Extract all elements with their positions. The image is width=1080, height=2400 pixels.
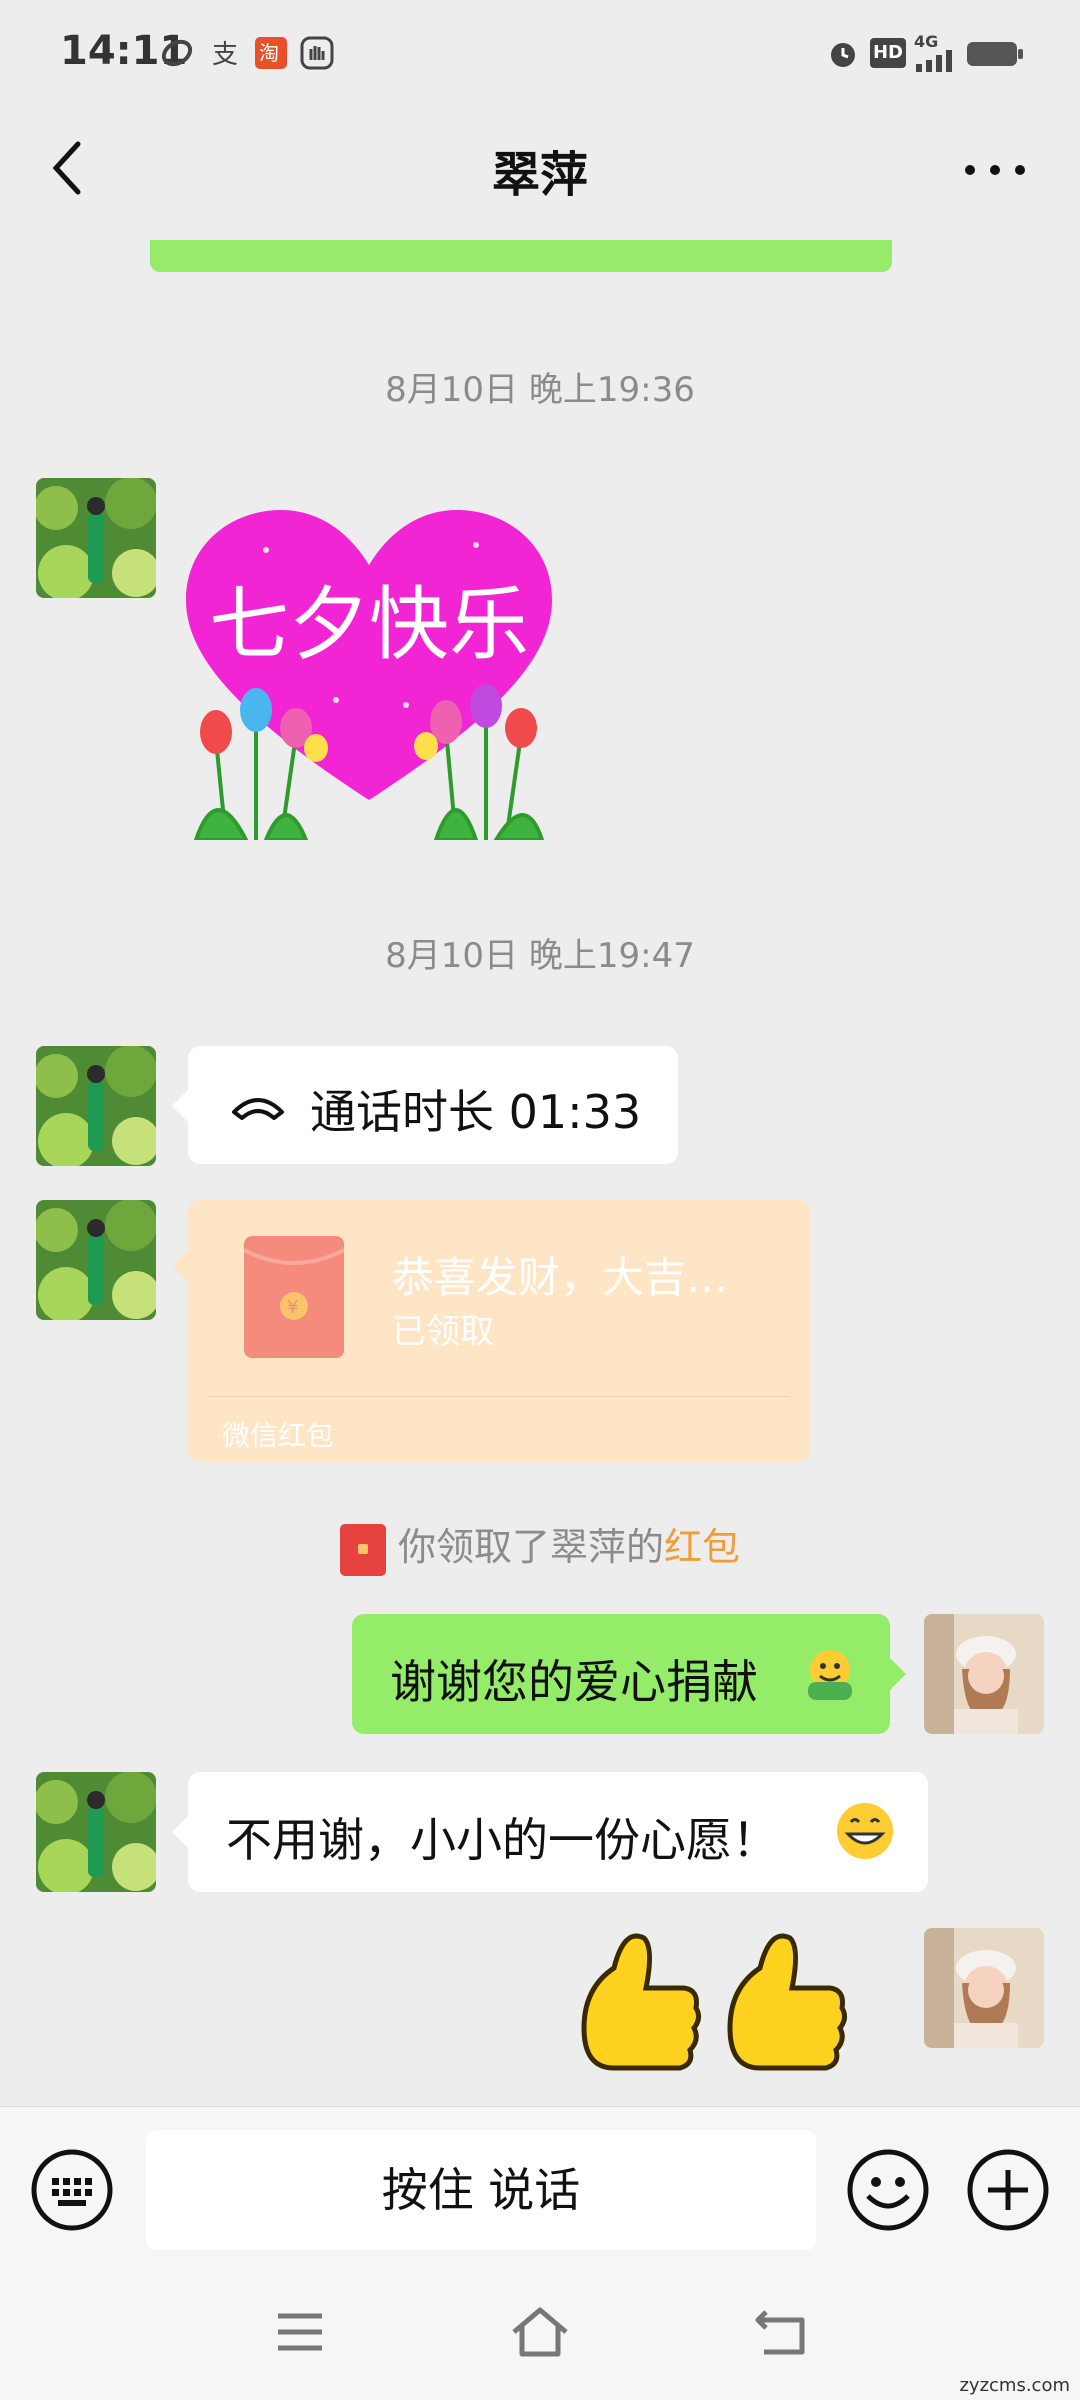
alarm-icon [831, 43, 855, 67]
chat-title: 翠萍 [491, 147, 588, 203]
hug-emoji-icon [808, 1650, 852, 1700]
contact-avatar[interactable] [36, 478, 156, 598]
sticker-qixi[interactable]: 七夕快乐 [186, 510, 552, 842]
back-icon[interactable] [754, 2308, 808, 2356]
menu-icon[interactable] [276, 2312, 324, 2352]
contact-avatar[interactable] [36, 1772, 156, 1892]
red-packet-link[interactable]: 红包 [664, 1525, 740, 1569]
my-avatar[interactable] [924, 1928, 1044, 2048]
divider [208, 1396, 790, 1397]
my-avatar[interactable] [924, 1614, 1044, 1734]
svg-text:¥: ¥ [287, 1297, 298, 1318]
red-packet-footer: 微信红包 [222, 1419, 335, 1452]
outgoing-message-bubble[interactable]: 谢谢您的爱心捐献 [352, 1614, 906, 1734]
alipay-icon: 支 [212, 40, 238, 70]
sticker-text: 七夕快乐 [209, 578, 529, 671]
grin-emoji-icon [837, 1803, 893, 1859]
status-bar: 14:11 支 淘 HD 4G [0, 0, 1080, 110]
red-packet-status: 已领取 [392, 1312, 494, 1352]
signal-4g-icon [916, 50, 952, 72]
plus-icon[interactable] [966, 2148, 1050, 2232]
battery-icon [967, 42, 1023, 66]
red-packet-title: 恭喜发财，大吉… [392, 1253, 729, 1302]
thumbs-up-sticker[interactable] [574, 1928, 850, 2106]
home-icon[interactable] [510, 2306, 570, 2358]
call-message-bubble[interactable]: 通话时长 01:33 [172, 1046, 678, 1164]
incoming-message-text: 不用谢，小小的一份心愿！ [226, 1813, 778, 1867]
system-notice: 你领取了翠萍的红包 [0, 1516, 1080, 1576]
incoming-message-bubble[interactable]: 不用谢，小小的一份心愿！ [172, 1772, 928, 1892]
phone-hangup-icon [232, 1098, 284, 1120]
more-dots-icon[interactable] [960, 160, 1030, 180]
swirl-app-icon [161, 39, 193, 67]
red-envelope-icon: ¥ [244, 1236, 344, 1358]
contact-avatar[interactable] [36, 1200, 156, 1320]
red-packet-card[interactable]: ¥ 恭喜发财，大吉… 已领取 微信红包 [172, 1200, 810, 1462]
red-packet-small-icon [339, 1523, 386, 1576]
contact-avatar[interactable] [36, 1046, 156, 1166]
taobao-icon: 淘 [255, 37, 287, 69]
hd-icon: HD [870, 38, 906, 68]
outgoing-message-text: 谢谢您的爱心捐献 [390, 1655, 758, 1709]
timestamp: 8月10日 晚上19:36 [385, 370, 695, 410]
call-duration-text: 通话时长 01:33 [310, 1085, 642, 1139]
svg-text:淘: 淘 [259, 41, 279, 65]
hold-to-talk-button[interactable]: 按住 说话 [146, 2130, 816, 2250]
emoji-icon[interactable] [846, 2148, 930, 2232]
timestamp: 8月10日 晚上19:47 [385, 936, 695, 976]
watermark: zyzcms.com [959, 2375, 1070, 2396]
keyboard-icon[interactable] [30, 2148, 114, 2232]
system-notice-text: 你领取了翠萍的 [397, 1525, 664, 1569]
hand-icon [300, 36, 334, 70]
svg-text:支: 支 [212, 40, 238, 70]
previous-message-card[interactable] [150, 240, 892, 272]
